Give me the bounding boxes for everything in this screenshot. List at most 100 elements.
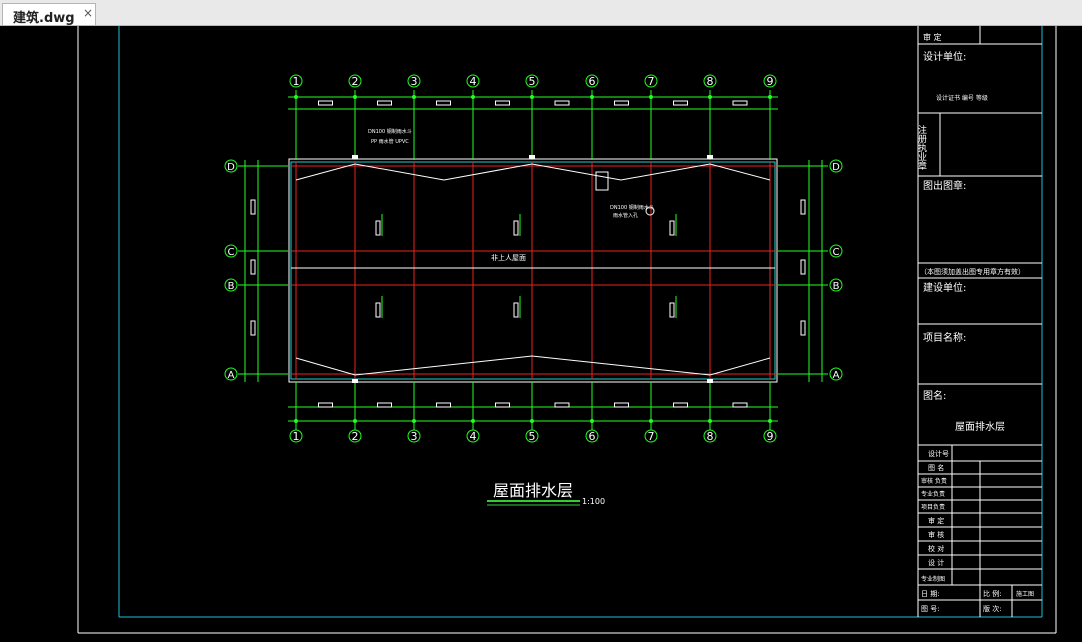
- tb-row: 设 计: [928, 558, 944, 567]
- dimension-text-box: [732, 402, 748, 408]
- axis-letter: A: [833, 370, 840, 381]
- axis-number: 6: [589, 430, 596, 443]
- axis-number: 1: [293, 75, 300, 88]
- roof-outline-outer: [288, 158, 778, 383]
- dim-tick: [649, 95, 653, 99]
- axis-number: 2: [352, 75, 359, 88]
- axis-number: 7: [648, 75, 655, 88]
- tb-construct-unit: 建设单位:: [923, 281, 966, 294]
- axis-letter: A: [228, 370, 235, 381]
- document-tab-bar: 建筑.dwg ×: [0, 0, 1082, 26]
- dimension-text-box: [554, 100, 570, 106]
- tab-drawing-file[interactable]: 建筑.dwg ×: [2, 3, 96, 26]
- tb-row: 校 对: [928, 544, 944, 553]
- tb-reg-stamp: 注册执业章: [916, 124, 927, 170]
- axis-number: 3: [411, 430, 418, 443]
- axis-letter: C: [833, 247, 840, 258]
- cad-drawing: 审 定 设计单位: 设计证书 编号 等级 注册执业章 图出图章: （本图须加盖出…: [77, 26, 1057, 634]
- dimension-text-box: [800, 199, 806, 215]
- dim-tick: [412, 419, 416, 423]
- dim-tick: [471, 95, 475, 99]
- dim-tick: [294, 419, 298, 423]
- dimension-text-box: [495, 402, 510, 408]
- dimension-text-box: [318, 402, 333, 408]
- dim-tick: [353, 95, 357, 99]
- roof-type-label: 非上人屋面: [491, 253, 526, 262]
- dimension-text-box: [250, 199, 256, 215]
- tb-sheet-label: 图 号:: [921, 605, 940, 613]
- tab-close-icon[interactable]: ×: [83, 6, 93, 20]
- rain-outlet: [352, 155, 358, 159]
- dimension-text-box: [495, 100, 510, 106]
- dim-tick: [412, 95, 416, 99]
- dimension-text-box: [800, 259, 806, 275]
- rain-outlet: [707, 155, 713, 159]
- tb-stage: 施工图: [1016, 590, 1034, 598]
- tb-rows: 设计号 图 名 审核 负责 专业负责 项目负责 审 定 审 核 校 对 设 计 …: [921, 449, 949, 583]
- drain-slope-arrow: [375, 220, 381, 236]
- tb-drawing-name: 屋面排水层: [955, 420, 1005, 433]
- axis-number: 9: [767, 430, 774, 443]
- axis-letter: B: [228, 281, 235, 292]
- dimension-text-box: [377, 402, 392, 408]
- drain-note-right-2: 雨水管入孔: [613, 212, 638, 219]
- dim-tick: [708, 95, 712, 99]
- tb-row: 审 定: [928, 516, 944, 525]
- drain-slope-arrow: [669, 302, 675, 318]
- tb-stamp-small: 设计证书 编号 等级: [936, 94, 988, 102]
- axis-letter: B: [833, 281, 840, 292]
- drawing-title: 屋面排水层: [493, 481, 573, 500]
- drain-slope-arrow: [513, 220, 519, 236]
- dim-tick: [768, 95, 772, 99]
- rain-outlet: [529, 155, 535, 159]
- drain-note-left: DN100 钢制雨水斗: [368, 128, 412, 135]
- dim-tick: [530, 419, 534, 423]
- dimension-text-box: [436, 100, 451, 106]
- dim-tick: [530, 95, 534, 99]
- tb-project-name: 项目名称:: [923, 331, 966, 344]
- tb-row: 专业负责: [921, 490, 945, 498]
- tb-row: 专业制图: [921, 575, 945, 583]
- axis-number: 4: [470, 75, 477, 88]
- axis-number: 1: [293, 430, 300, 443]
- drain-note-right: DN100 钢制雨水斗: [610, 204, 654, 211]
- dimension-text-box: [800, 320, 806, 336]
- tab-filename: 建筑.dwg: [13, 11, 75, 26]
- dimension-text-box: [436, 402, 451, 408]
- dimension-text-box: [250, 259, 256, 275]
- roof-outline: [290, 161, 776, 380]
- tb-design-unit: 设计单位:: [923, 50, 966, 63]
- dimension-text-box: [614, 402, 629, 408]
- tb-row: 项目负责: [921, 503, 945, 511]
- dimension-text-box: [250, 320, 256, 336]
- axis-number: 9: [767, 75, 774, 88]
- axis-number: 8: [707, 75, 714, 88]
- drain-note-left-2: PP 雨水管 UPVC: [371, 138, 409, 145]
- tb-row-top: 审 定: [923, 32, 942, 42]
- tb-row: 设计号: [928, 449, 949, 458]
- dim-tick: [353, 419, 357, 423]
- tb-issue-stamp: 图出图章:: [923, 179, 966, 192]
- dimension-text-box: [732, 100, 748, 106]
- tb-row: 审 核: [928, 530, 944, 539]
- drawing-canvas[interactable]: 审 定 设计单位: 设计证书 编号 等级 注册执业章 图出图章: （本图须加盖出…: [0, 26, 1082, 638]
- tb-page-label: 版 次:: [983, 604, 1002, 613]
- dimension-text-box: [673, 100, 688, 106]
- dim-tick: [708, 419, 712, 423]
- axis-number: 5: [529, 430, 536, 443]
- dimension-text-box: [673, 402, 688, 408]
- dimension-text-box: [554, 402, 570, 408]
- dim-tick: [649, 419, 653, 423]
- drawing-scale: 1:100: [582, 497, 605, 506]
- slope-line-bottom: [295, 355, 771, 376]
- axis-letter: D: [832, 162, 840, 173]
- drain-slope-arrow: [375, 302, 381, 318]
- axis-number: 6: [589, 75, 596, 88]
- rain-outlet: [352, 379, 358, 383]
- dimension-text-box: [377, 100, 392, 106]
- axis-number: 5: [529, 75, 536, 88]
- axis-number: 4: [470, 430, 477, 443]
- tb-row: 图 名: [928, 463, 944, 472]
- tb-note-stamp: （本图须加盖出图专用章方有效）: [920, 267, 1025, 276]
- drain-slope-arrow: [513, 302, 519, 318]
